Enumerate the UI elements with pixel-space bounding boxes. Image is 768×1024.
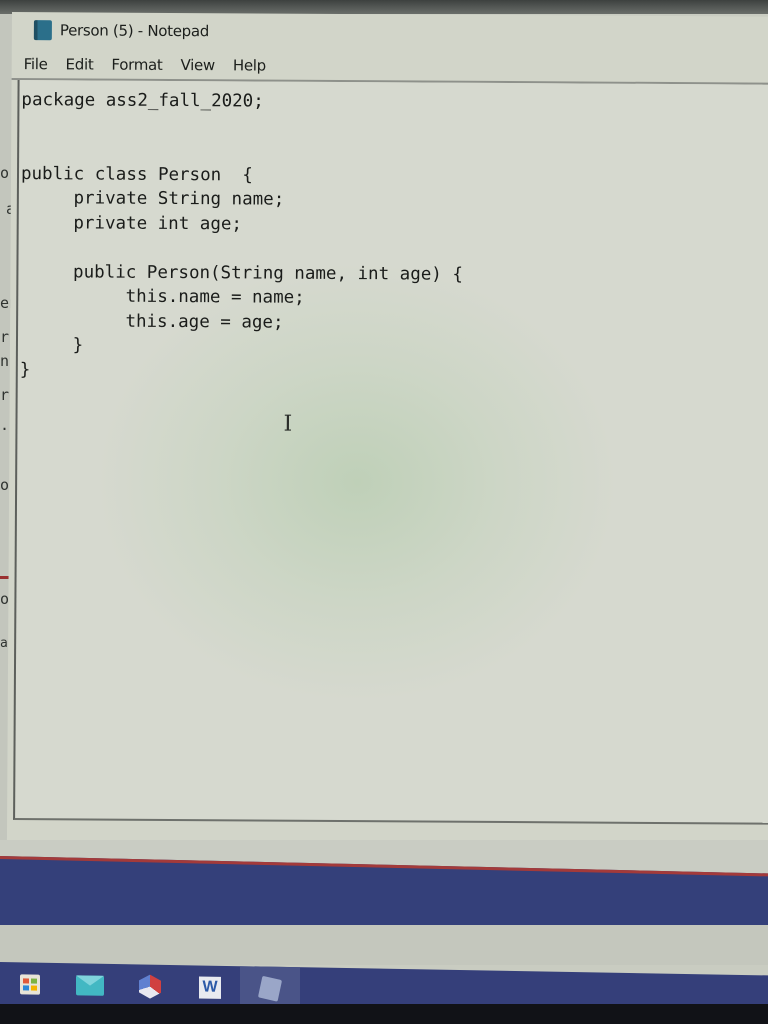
desktop-area-lower	[0, 925, 768, 965]
menu-file[interactable]: File	[24, 55, 48, 73]
menu-edit[interactable]: Edit	[66, 55, 94, 73]
i-beam-cursor-icon: I	[283, 411, 293, 437]
window-title: Person (5) - Notepad	[59, 21, 210, 41]
menu-format[interactable]: Format	[111, 56, 162, 74]
background-text-fragment: o	[0, 164, 10, 182]
title-bar[interactable]: Person (5) - Notepad	[12, 12, 768, 53]
menu-bar: File Edit Format View Help	[11, 49, 768, 85]
menu-view[interactable]: View	[180, 56, 215, 74]
text-editor-area[interactable]: package ass2_fall_2020; public class Per…	[13, 80, 768, 825]
store-icon	[20, 974, 40, 995]
taskbar-app-button[interactable]	[120, 964, 180, 1009]
taskbar-store-button[interactable]	[0, 962, 60, 1007]
menu-help[interactable]: Help	[233, 56, 266, 74]
monitor-bezel-bottom	[0, 1004, 768, 1024]
word-icon: W	[199, 976, 221, 999]
notepad-window: Person (5) - Notepad File Edit Format Vi…	[6, 12, 768, 845]
notepad-icon	[257, 975, 283, 1002]
mail-icon	[76, 975, 104, 996]
editor-content[interactable]: package ass2_fall_2020; public class Per…	[20, 88, 464, 385]
taskbar-mail-button[interactable]	[60, 963, 120, 1008]
hexagon-app-icon	[139, 974, 161, 998]
notepad-icon	[33, 20, 52, 41]
